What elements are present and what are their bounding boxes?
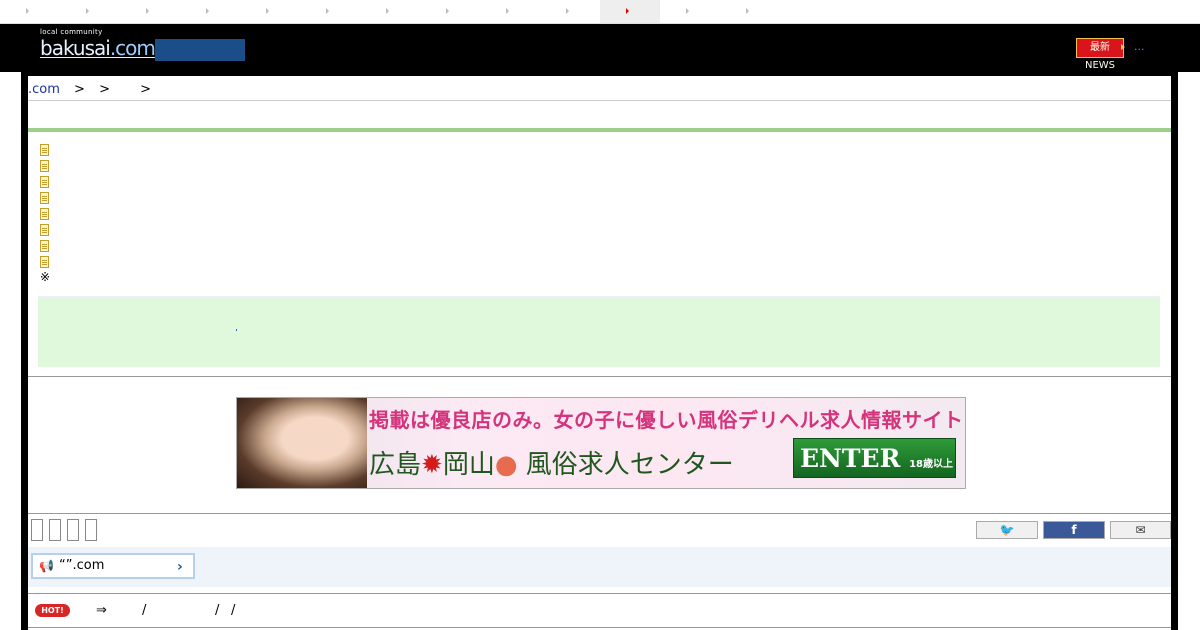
divider <box>28 513 1171 514</box>
divider <box>28 627 1171 628</box>
nav-tab[interactable] <box>360 0 420 23</box>
banner-region-2: 岡山 <box>442 450 495 480</box>
placeholder-box <box>85 519 97 541</box>
facebook-share-button[interactable]: f <box>1043 521 1105 539</box>
divider <box>28 376 1171 377</box>
logo-name: bakusai <box>40 36 111 60</box>
nav-tab[interactable] <box>300 0 360 23</box>
nav-arrow-icon <box>26 8 29 14</box>
placeholder-boxes <box>31 519 103 545</box>
nav-arrow-icon <box>446 8 449 14</box>
hot-separator: / <box>142 603 147 618</box>
enter-label: ENTER <box>800 444 901 473</box>
breadcrumb-separator: > <box>140 82 152 97</box>
note-mark: ※ <box>40 270 51 284</box>
enter-button[interactable]: ENTER 18歳以上 <box>793 438 956 478</box>
site-header: local community bakusai.com 最新NEWS ... <box>0 24 1200 72</box>
nav-tab[interactable] <box>240 0 300 23</box>
top-nav <box>0 0 1200 24</box>
banner-title: 広島✹岡山● 風俗求人センター <box>369 444 734 481</box>
peach-icon: ● <box>494 450 518 480</box>
notice-text: “”.com <box>59 558 105 573</box>
nav-arrow-icon <box>326 8 329 14</box>
nav-arrow-icon <box>386 8 389 14</box>
hot-topics-row: HOT! ⇒ / / / <box>35 603 1165 619</box>
nav-arrow-icon <box>626 8 629 14</box>
placeholder-box <box>31 519 43 541</box>
banner-photo <box>237 398 367 488</box>
mail-icon: ✉ <box>1135 523 1146 537</box>
hot-separator: / <box>231 603 236 618</box>
chevron-right-icon: › <box>177 559 183 575</box>
logo-domain: .com <box>109 36 156 60</box>
placeholder-box <box>67 519 79 541</box>
divider <box>28 593 1171 594</box>
banner-site-name: 風俗求人センター <box>525 450 734 480</box>
age-notice: 18歳以上 <box>909 459 953 470</box>
hot-arrow: ⇒ <box>96 603 107 618</box>
header-more-link[interactable]: ... <box>1134 40 1145 53</box>
divider <box>28 100 1171 101</box>
latest-news-badge[interactable]: 最新NEWS <box>1076 38 1124 71</box>
hot-badge: HOT! <box>35 604 70 617</box>
facebook-icon: f <box>1071 523 1077 537</box>
logo-tagline: local community <box>40 28 103 36</box>
nav-tab[interactable] <box>720 0 780 23</box>
ad-banner[interactable]: 掲載は優良店のみ。女の子に優しい風俗デリヘル求人情報サイト 広島✹岡山● 風俗求… <box>236 397 966 489</box>
main-content: .com > > > ※ 掲載は優良店のみ。女の子に優しい風俗デリヘル求人情報サ… <box>28 76 1171 630</box>
nav-arrow-icon <box>686 8 689 14</box>
breadcrumb-home-link[interactable]: .com <box>28 82 60 97</box>
document-icon <box>40 208 49 220</box>
nav-arrow-icon <box>746 8 749 14</box>
twitter-share-button[interactable]: 🐦 <box>976 521 1038 539</box>
nav-arrow-icon <box>86 8 89 14</box>
green-divider <box>28 128 1171 132</box>
banner-region-1: 広島 <box>369 450 422 480</box>
document-icon <box>40 192 49 204</box>
nav-tab[interactable] <box>120 0 180 23</box>
twitter-icon: 🐦 <box>999 523 1015 537</box>
nav-tab[interactable] <box>660 0 720 23</box>
nav-tab[interactable] <box>480 0 540 23</box>
mail-share-button[interactable]: ✉ <box>1110 521 1171 539</box>
notice-bar: 📢 “”.com › <box>28 547 1171 587</box>
maple-leaf-icon: ✹ <box>421 450 443 480</box>
nav-tab[interactable] <box>180 0 240 23</box>
nav-tab[interactable] <box>60 0 120 23</box>
news-arrow-icon <box>1121 44 1125 50</box>
header-search-box[interactable] <box>155 39 245 61</box>
nav-arrow-icon <box>566 8 569 14</box>
nav-tab-active[interactable] <box>600 0 660 23</box>
document-icon <box>40 176 49 188</box>
placeholder-box <box>49 519 61 541</box>
logo-wordmark: bakusai.com <box>40 36 156 60</box>
document-icon <box>40 240 49 252</box>
site-logo[interactable]: local community bakusai.com <box>40 28 156 60</box>
nav-tab[interactable] <box>540 0 600 23</box>
document-icon <box>40 256 49 268</box>
nav-tab[interactable] <box>420 0 480 23</box>
breadcrumb: .com > > > <box>28 80 151 100</box>
green-info-box <box>38 296 1160 367</box>
notice-link[interactable]: 📢 “”.com › <box>31 553 195 579</box>
nav-tab[interactable] <box>0 0 60 23</box>
dot-mark <box>236 329 237 331</box>
nav-arrow-icon <box>146 8 149 14</box>
document-icon <box>40 160 49 172</box>
banner-headline: 掲載は優良店のみ。女の子に優しい風俗デリヘル求人情報サイト <box>369 408 964 432</box>
breadcrumb-separator: > <box>99 82 110 97</box>
nav-arrow-icon <box>506 8 509 14</box>
nav-arrow-icon <box>266 8 269 14</box>
hot-separator: / <box>215 603 220 618</box>
document-icon <box>40 144 49 156</box>
document-icon <box>40 224 49 236</box>
breadcrumb-separator: > <box>74 82 85 97</box>
megaphone-icon: 📢 <box>39 559 54 573</box>
nav-arrow-icon <box>206 8 209 14</box>
